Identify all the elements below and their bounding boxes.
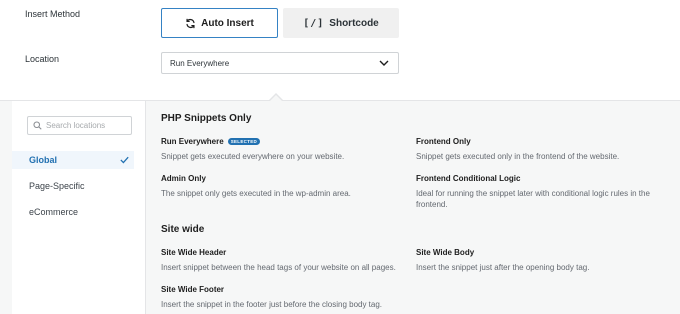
location-selected-value: Run Everywhere (170, 58, 230, 68)
search-locations-input[interactable] (46, 121, 126, 130)
selected-badge: SELECTED (227, 138, 261, 145)
sidebar-item-ecommerce[interactable]: eCommerce (12, 203, 134, 221)
location-option-run-everywhere[interactable]: Run Everywhere SELECTED Snippet gets exe… (161, 137, 406, 162)
sidebar-item-label: Global (29, 155, 58, 165)
section-title-php-snippets: PHP Snippets Only (161, 113, 252, 124)
location-category-sidebar: Global Page-Specific eCommerce (12, 101, 146, 314)
refresh-icon (185, 18, 196, 29)
option-title: Run Everywhere (161, 137, 224, 146)
shortcode-button[interactable]: [/] Shortcode (283, 8, 399, 38)
check-icon (119, 154, 130, 167)
option-title: Frontend Conditional Logic (416, 174, 521, 183)
location-option-site-wide-body[interactable]: Site Wide Body Insert the snippet just a… (416, 248, 661, 273)
insert-method-label: Insert Method (25, 9, 81, 19)
location-label: Location (25, 54, 60, 64)
sidebar-item-label: Page-Specific (29, 181, 85, 191)
option-description: Ideal for running the snippet later with… (416, 189, 650, 209)
location-option-site-wide-footer[interactable]: Site Wide Footer Insert the snippet in t… (161, 285, 406, 310)
option-description: The snippet only gets executed in the wp… (161, 189, 351, 198)
location-option-site-wide-header[interactable]: Site Wide Header Insert snippet between … (161, 248, 406, 273)
option-description: Snippet gets executed only in the fronte… (416, 152, 620, 161)
search-icon (33, 117, 42, 135)
option-title: Admin Only (161, 174, 206, 183)
shortcode-icon: [/] (303, 17, 325, 29)
shortcode-label: Shortcode (329, 17, 379, 29)
option-title: Frontend Only (416, 137, 471, 146)
sidebar-item-global[interactable]: Global (12, 151, 134, 169)
location-option-admin-only[interactable]: Admin Only The snippet only gets execute… (161, 174, 406, 199)
section-title-site-wide: Site wide (161, 224, 205, 235)
sidebar-item-label: eCommerce (29, 207, 79, 217)
option-description: Snippet gets executed everywhere on your… (161, 152, 345, 161)
auto-insert-button[interactable]: Auto Insert (161, 8, 278, 38)
option-description: Insert the snippet in the footer just be… (161, 300, 383, 309)
option-title: Site Wide Header (161, 248, 227, 257)
option-description: Insert the snippet just after the openin… (416, 263, 590, 272)
location-select[interactable]: Run Everywhere (161, 52, 399, 74)
location-option-frontend-only[interactable]: Frontend Only Snippet gets executed only… (416, 137, 661, 162)
search-locations-field[interactable] (27, 116, 132, 135)
option-title: Site Wide Body (416, 248, 475, 257)
chevron-down-icon (379, 59, 389, 69)
location-option-frontend-conditional-logic[interactable]: Frontend Conditional Logic Ideal for run… (416, 174, 678, 210)
auto-insert-label: Auto Insert (201, 17, 254, 29)
option-title: Site Wide Footer (161, 285, 225, 294)
option-description: Insert snippet between the head tags of … (161, 263, 396, 272)
sidebar-item-page-specific[interactable]: Page-Specific (12, 177, 134, 195)
